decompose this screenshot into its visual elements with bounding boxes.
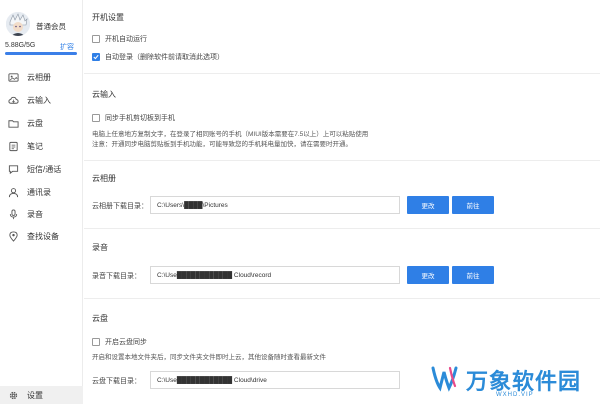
disk-sync-checkbox[interactable] — [92, 338, 100, 346]
disk-sync-note: 开启和设置本地文件夹后，同步文件夹文件即时上云，其他设备随时查看最新文件 — [92, 354, 326, 361]
divider — [84, 228, 600, 229]
disk-dir-path: C:\Use████████████ Cloud\drive — [157, 376, 267, 384]
clipboard-sync-label: 同步手机剪切板到手机 — [105, 115, 175, 122]
sidebar-item-settings[interactable]: 设置 — [0, 386, 83, 404]
record-change-button[interactable]: 更改 — [407, 266, 449, 284]
disk-dir-input[interactable]: C:\Use████████████ Cloud\drive — [150, 371, 400, 389]
autologin-option[interactable]: 自动登录（删除软件前请取消此选项） — [92, 52, 224, 62]
mic-icon — [8, 208, 19, 220]
expand-storage-link[interactable]: 扩容 — [60, 42, 74, 52]
album-open-button[interactable]: 前往 — [452, 196, 494, 214]
storage-bar-fill — [5, 52, 77, 55]
gear-icon — [8, 390, 19, 401]
album-dir-label: 云相册下载目录： — [92, 203, 148, 210]
folder-icon — [8, 118, 19, 129]
member-level: 普通会员 — [36, 22, 66, 31]
storage-bar — [5, 52, 77, 55]
sidebar-item-find-device[interactable]: 查找设备 — [0, 226, 83, 246]
clipboard-sync-option[interactable]: 同步手机剪切板到手机 — [92, 113, 175, 123]
sidebar-item-recording[interactable]: 录音 — [0, 204, 83, 224]
note-icon — [8, 141, 19, 152]
message-icon — [8, 164, 19, 175]
autologin-label: 自动登录（删除软件前请取消此选项） — [105, 54, 224, 61]
clipboard-note: 电脑上任意地方复制文字，在登录了相同账号的手机（MIUI版本需要在7.5以上）上… — [92, 131, 369, 138]
disk-sync-label: 开启云盘同步 — [105, 339, 147, 346]
sidebar-item-label: 设置 — [27, 390, 43, 400]
sidebar-item-label: 笔记 — [27, 141, 43, 151]
sidebar-item-disk[interactable]: 云盘 — [0, 113, 83, 133]
section-title-cloud-input: 云输入 — [92, 90, 116, 99]
autologin-checkbox[interactable] — [92, 53, 100, 61]
avatar-image-icon — [6, 12, 30, 36]
sidebar-item-label: 录音 — [27, 209, 43, 219]
watermark: 万象软件园 WXHD.VIP — [430, 362, 600, 404]
sidebar-item-label: 通讯录 — [27, 187, 51, 197]
sidebar-item-label: 云相册 — [27, 72, 51, 82]
divider — [84, 298, 600, 299]
sidebar-item-label: 短信/通话 — [27, 164, 62, 174]
photo-icon — [8, 72, 19, 83]
location-icon — [8, 230, 19, 242]
sidebar-item-label: 云输入 — [27, 95, 51, 105]
album-change-button[interactable]: 更改 — [407, 196, 449, 214]
clipboard-sync-checkbox[interactable] — [92, 114, 100, 122]
disk-dir-label: 云盘下载目录： — [92, 378, 141, 385]
avatar[interactable] — [6, 12, 30, 36]
autostart-label: 开机自动运行 — [105, 36, 147, 43]
divider — [84, 73, 600, 74]
section-title-disk: 云盘 — [92, 314, 108, 323]
section-title-album: 云相册 — [92, 174, 116, 183]
record-dir-input[interactable]: C:\Use████████████ Cloud\record — [150, 266, 400, 284]
sidebar-item-album[interactable]: 云相册 — [0, 67, 83, 87]
record-open-button[interactable]: 前往 — [452, 266, 494, 284]
sidebar-item-messages[interactable]: 短信/通话 — [0, 159, 83, 179]
sidebar-item-contacts[interactable]: 通讯录 — [0, 182, 83, 202]
section-title-startup: 开机设置 — [92, 13, 124, 22]
watermark-logo-icon — [431, 366, 458, 392]
sidebar-item-cloud-input[interactable]: 云输入 — [0, 90, 83, 110]
contacts-icon — [8, 187, 19, 198]
clipboard-warning: 注意：开通同步电脑剪贴板到手机功能，可能导致您的手机耗电量加快，请在需要时开通。 — [92, 141, 352, 148]
section-title-record: 录音 — [92, 243, 108, 252]
sidebar-item-notes[interactable]: 笔记 — [0, 136, 83, 156]
sidebar: 普通会员 5.88G/5G 扩容 云相册 云输入 云盘 笔记 短信/通话 通讯录… — [0, 0, 83, 404]
album-dir-input[interactable]: C:\Users\████\Pictures — [150, 196, 400, 214]
divider — [84, 160, 600, 161]
cloud-input-icon — [8, 95, 19, 106]
autostart-checkbox[interactable] — [92, 35, 100, 43]
storage-usage: 5.88G/5G — [5, 42, 36, 49]
sidebar-item-label: 查找设备 — [27, 231, 59, 241]
autostart-option[interactable]: 开机自动运行 — [92, 34, 147, 44]
album-dir-path: C:\Users\████\Pictures — [157, 201, 228, 209]
settings-content: 开机设置 开机自动运行 自动登录（删除软件前请取消此选项） 云输入 同步手机剪切… — [84, 0, 600, 404]
watermark-url: WXHD.VIP — [496, 392, 534, 398]
disk-sync-option[interactable]: 开启云盘同步 — [92, 337, 147, 347]
record-dir-path: C:\Use████████████ Cloud\record — [157, 271, 272, 279]
record-dir-label: 录音下载目录： — [92, 273, 141, 280]
sidebar-item-label: 云盘 — [27, 118, 43, 128]
